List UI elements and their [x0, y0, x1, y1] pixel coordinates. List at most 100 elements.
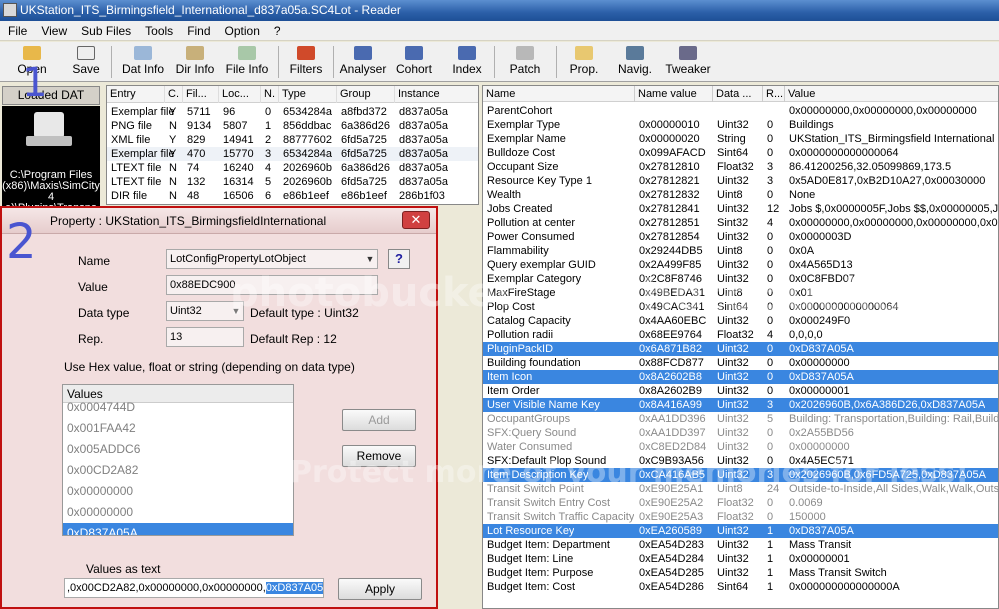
property-row[interactable]: Budget Item: Cost 0xEA54D286 Sint64 1 0x0000… — [483, 580, 998, 594]
property-row[interactable]: Budget Item: Department 0xEA54D283 Uint32 1… — [483, 538, 998, 552]
col-n[interactable]: N. — [261, 86, 279, 103]
table-cell: d837a05a — [399, 134, 448, 146]
loaded-dat-header[interactable]: Loaded DAT — [2, 86, 100, 105]
property-row[interactable]: OccupantGroups 0xAA1DD396 Uint32 5 Building:… — [483, 412, 999, 426]
property-row[interactable]: Item Order 0x8A2602B9 Uint32 0 0x00000001 — [483, 384, 998, 398]
property-row[interactable]: Building foundation 0x88FCD877 Uint32 0 0x00… — [483, 356, 998, 370]
property-cell: ParentCohort — [487, 105, 553, 117]
value-list-item[interactable]: 0x00000000 — [63, 502, 293, 522]
col-value[interactable]: Value — [785, 86, 998, 102]
patch-icon — [516, 46, 534, 60]
property-cell: Float32 — [717, 511, 754, 523]
navig-button[interactable]: Navig. — [614, 44, 656, 80]
property-cell: Uint32 — [717, 371, 749, 383]
value-list-item[interactable]: 0x005ADDC6 — [63, 439, 293, 459]
property-row[interactable]: ParentCohort 0x00000000,0x00000000,0x0000… — [483, 104, 998, 118]
property-cell: 1 — [767, 567, 774, 579]
loaded-dat-item[interactable]: C:\Program Files (x86)\Maxis\SimCity 4 e… — [2, 106, 100, 214]
dat-info-button[interactable]: Dat Info — [118, 44, 168, 80]
property-cell: 4 — [767, 217, 774, 229]
value-list-item[interactable]: 0x00CD2A82 — [63, 460, 293, 480]
property-row[interactable]: Flammability 0x29244DB5 Uint8 0 0x0A — [483, 244, 998, 258]
file-info-button[interactable]: File Info — [223, 44, 271, 80]
value-list-item[interactable]: 0x0004744D — [63, 397, 293, 417]
save-button[interactable]: Save — [66, 44, 106, 80]
property-cell: Building: Transportation,Building: Rail,… — [789, 413, 999, 425]
property-row[interactable]: Jobs Created 0x27812841 Uint32 12 Jobs $,0x0… — [483, 202, 998, 216]
property-row[interactable]: Occupant Size 0x27812810 Float32 3 86.412002… — [483, 160, 998, 174]
property-cell: Uint32 — [717, 175, 749, 187]
col-instance[interactable]: Instance — [395, 86, 478, 103]
col-type[interactable]: Type — [279, 86, 337, 103]
col-rep[interactable]: R... — [763, 86, 785, 102]
property-cell: 0xEA54D285 — [639, 567, 704, 579]
menu-file[interactable]: File — [2, 21, 35, 41]
col-data-type[interactable]: Data ... — [713, 86, 763, 102]
table-row[interactable]: Exemplar file Y 5711 96 0 6534284a a8fbd372 d83… — [107, 105, 478, 119]
menu-help[interactable]: ? — [268, 21, 289, 41]
close-button[interactable]: ✕ — [402, 211, 430, 229]
name-select[interactable]: LotConfigPropertyLotObject ▼ — [166, 249, 378, 269]
property-row[interactable]: Budget Item: Purpose 0xEA54D285 Uint32 1 Mas… — [483, 566, 998, 580]
property-row[interactable]: Exemplar Name 0x00000020 String 0 UKStation_… — [483, 132, 998, 146]
property-row[interactable]: Water Consumed 0xC8ED2D84 Uint32 0 0x0000000… — [483, 440, 998, 454]
table-row[interactable]: DIR file N 48 16506 6 e86b1eef e86b1eef 286b1f0… — [107, 189, 478, 203]
col-entry[interactable]: Entry — [107, 86, 165, 103]
property-row[interactable]: Budget Item: Line 0xEA54D284 Uint32 1 0x0000… — [483, 552, 998, 566]
dir-info-button[interactable]: Dir Info — [172, 44, 218, 80]
value-list-item[interactable]: 0x001FAA42 — [63, 418, 293, 438]
property-row[interactable]: PluginPackID 0x6A871B82 Uint32 0 0xD837A05A — [483, 342, 998, 356]
value-list-item[interactable]: 0xD837A05A — [63, 523, 293, 535]
property-row[interactable]: Item Icon 0x8A2602B8 Uint32 0 0xD837A05A — [483, 370, 998, 384]
table-row[interactable]: LTEXT file N 74 16240 4 2026960b 6a386d26 d837a… — [107, 161, 478, 175]
table-row[interactable]: XML file Y 829 14941 2 88777602 6fd5a725 d837a0… — [107, 133, 478, 147]
property-row[interactable]: Resource Key Type 1 0x27812821 Uint32 3 0x5A… — [483, 174, 998, 188]
col-name-value[interactable]: Name value — [635, 86, 713, 102]
table-row[interactable]: PNG file N 9134 5807 1 856ddbac 6a386d26 d837a0… — [107, 119, 478, 133]
prop-button[interactable]: Prop. — [566, 44, 602, 80]
col-file[interactable]: Fil... — [183, 86, 219, 103]
rep-input[interactable]: 13 — [166, 327, 244, 347]
table-row[interactable]: Exemplar file Y 470 15770 3 6534284a 6fd5a725 d… — [107, 147, 478, 161]
analyser-button[interactable]: Analyser — [338, 44, 388, 80]
table-cell: 14941 — [223, 134, 254, 146]
menu-view[interactable]: View — [35, 21, 75, 41]
col-group[interactable]: Group — [337, 86, 395, 103]
help-button[interactable]: ? — [388, 249, 410, 269]
menu-sub-files[interactable]: Sub Files — [75, 21, 139, 41]
property-row[interactable]: Pollution radii 0x68EE9764 Float32 4 0,0,0,0 — [483, 328, 998, 342]
menu-find[interactable]: Find — [181, 21, 218, 41]
property-row[interactable]: Transit Switch Entry Cost 0xE90E25A2 Float… — [483, 496, 998, 510]
apply-button[interactable]: Apply — [338, 578, 422, 600]
table-cell: d837a05a — [399, 106, 448, 118]
col-name[interactable]: Name — [483, 86, 635, 102]
table-cell: 0 — [265, 106, 272, 118]
cohort-button[interactable]: Cohort — [393, 44, 435, 80]
property-row[interactable]: Transit Switch Traffic Capacity 0xE90E25A… — [483, 510, 998, 524]
property-row[interactable]: SFX:Query Sound 0xAA1DD397 Uint32 0 0x2A55BD… — [483, 426, 998, 440]
values-list[interactable]: Values 0x0004744D 0x001FAA42 0x005ADDC6 0x0… — [62, 384, 294, 536]
value-list-item[interactable]: 0x00000000 — [63, 481, 293, 501]
col-loc[interactable]: Loc... — [219, 86, 261, 103]
property-cell: 150000 — [789, 511, 826, 523]
property-row[interactable]: Power Consumed 0x27812854 Uint32 0 0x0000003… — [483, 230, 998, 244]
property-row[interactable]: Wealth 0x27812832 Uint8 0 None — [483, 188, 998, 202]
property-row[interactable]: User Visible Name Key 0x8A416A99 Uint32 3 0x… — [483, 398, 998, 412]
property-row[interactable]: Lot Resource Key 0xEA260589 Uint32 1 0xD837A… — [483, 524, 998, 538]
menu-tools[interactable]: Tools — [139, 21, 181, 41]
menu-option[interactable]: Option — [219, 21, 268, 41]
patch-button[interactable]: Patch — [506, 44, 544, 80]
index-button[interactable]: Index — [448, 44, 486, 80]
values-as-text-input[interactable]: ,0x00CD2A82,0x00000000,0x00000000,0xD837… — [64, 578, 324, 598]
property-row[interactable]: Bulldoze Cost 0x099AFACD Sint64 0 0x00000000… — [483, 146, 998, 160]
tweaker-button[interactable]: Tweaker — [664, 44, 712, 80]
table-row[interactable]: LTEXT file N 132 16314 5 2026960b 6fd5a725 d837… — [107, 175, 478, 189]
property-row[interactable]: Pollution at center 0x27812851 Sint32 4 0x00… — [483, 216, 998, 230]
col-c[interactable]: C. — [165, 86, 183, 103]
watermark-tagline: Protect more of your memories for less! — [290, 455, 970, 490]
filters-button[interactable]: Filters — [285, 44, 327, 80]
add-button[interactable]: Add — [342, 409, 416, 431]
table-cell: 16314 — [223, 176, 254, 188]
property-cell: Sint64 — [717, 147, 749, 159]
property-row[interactable]: Exemplar Type 0x00000010 Uint32 0 Buildings — [483, 118, 998, 132]
